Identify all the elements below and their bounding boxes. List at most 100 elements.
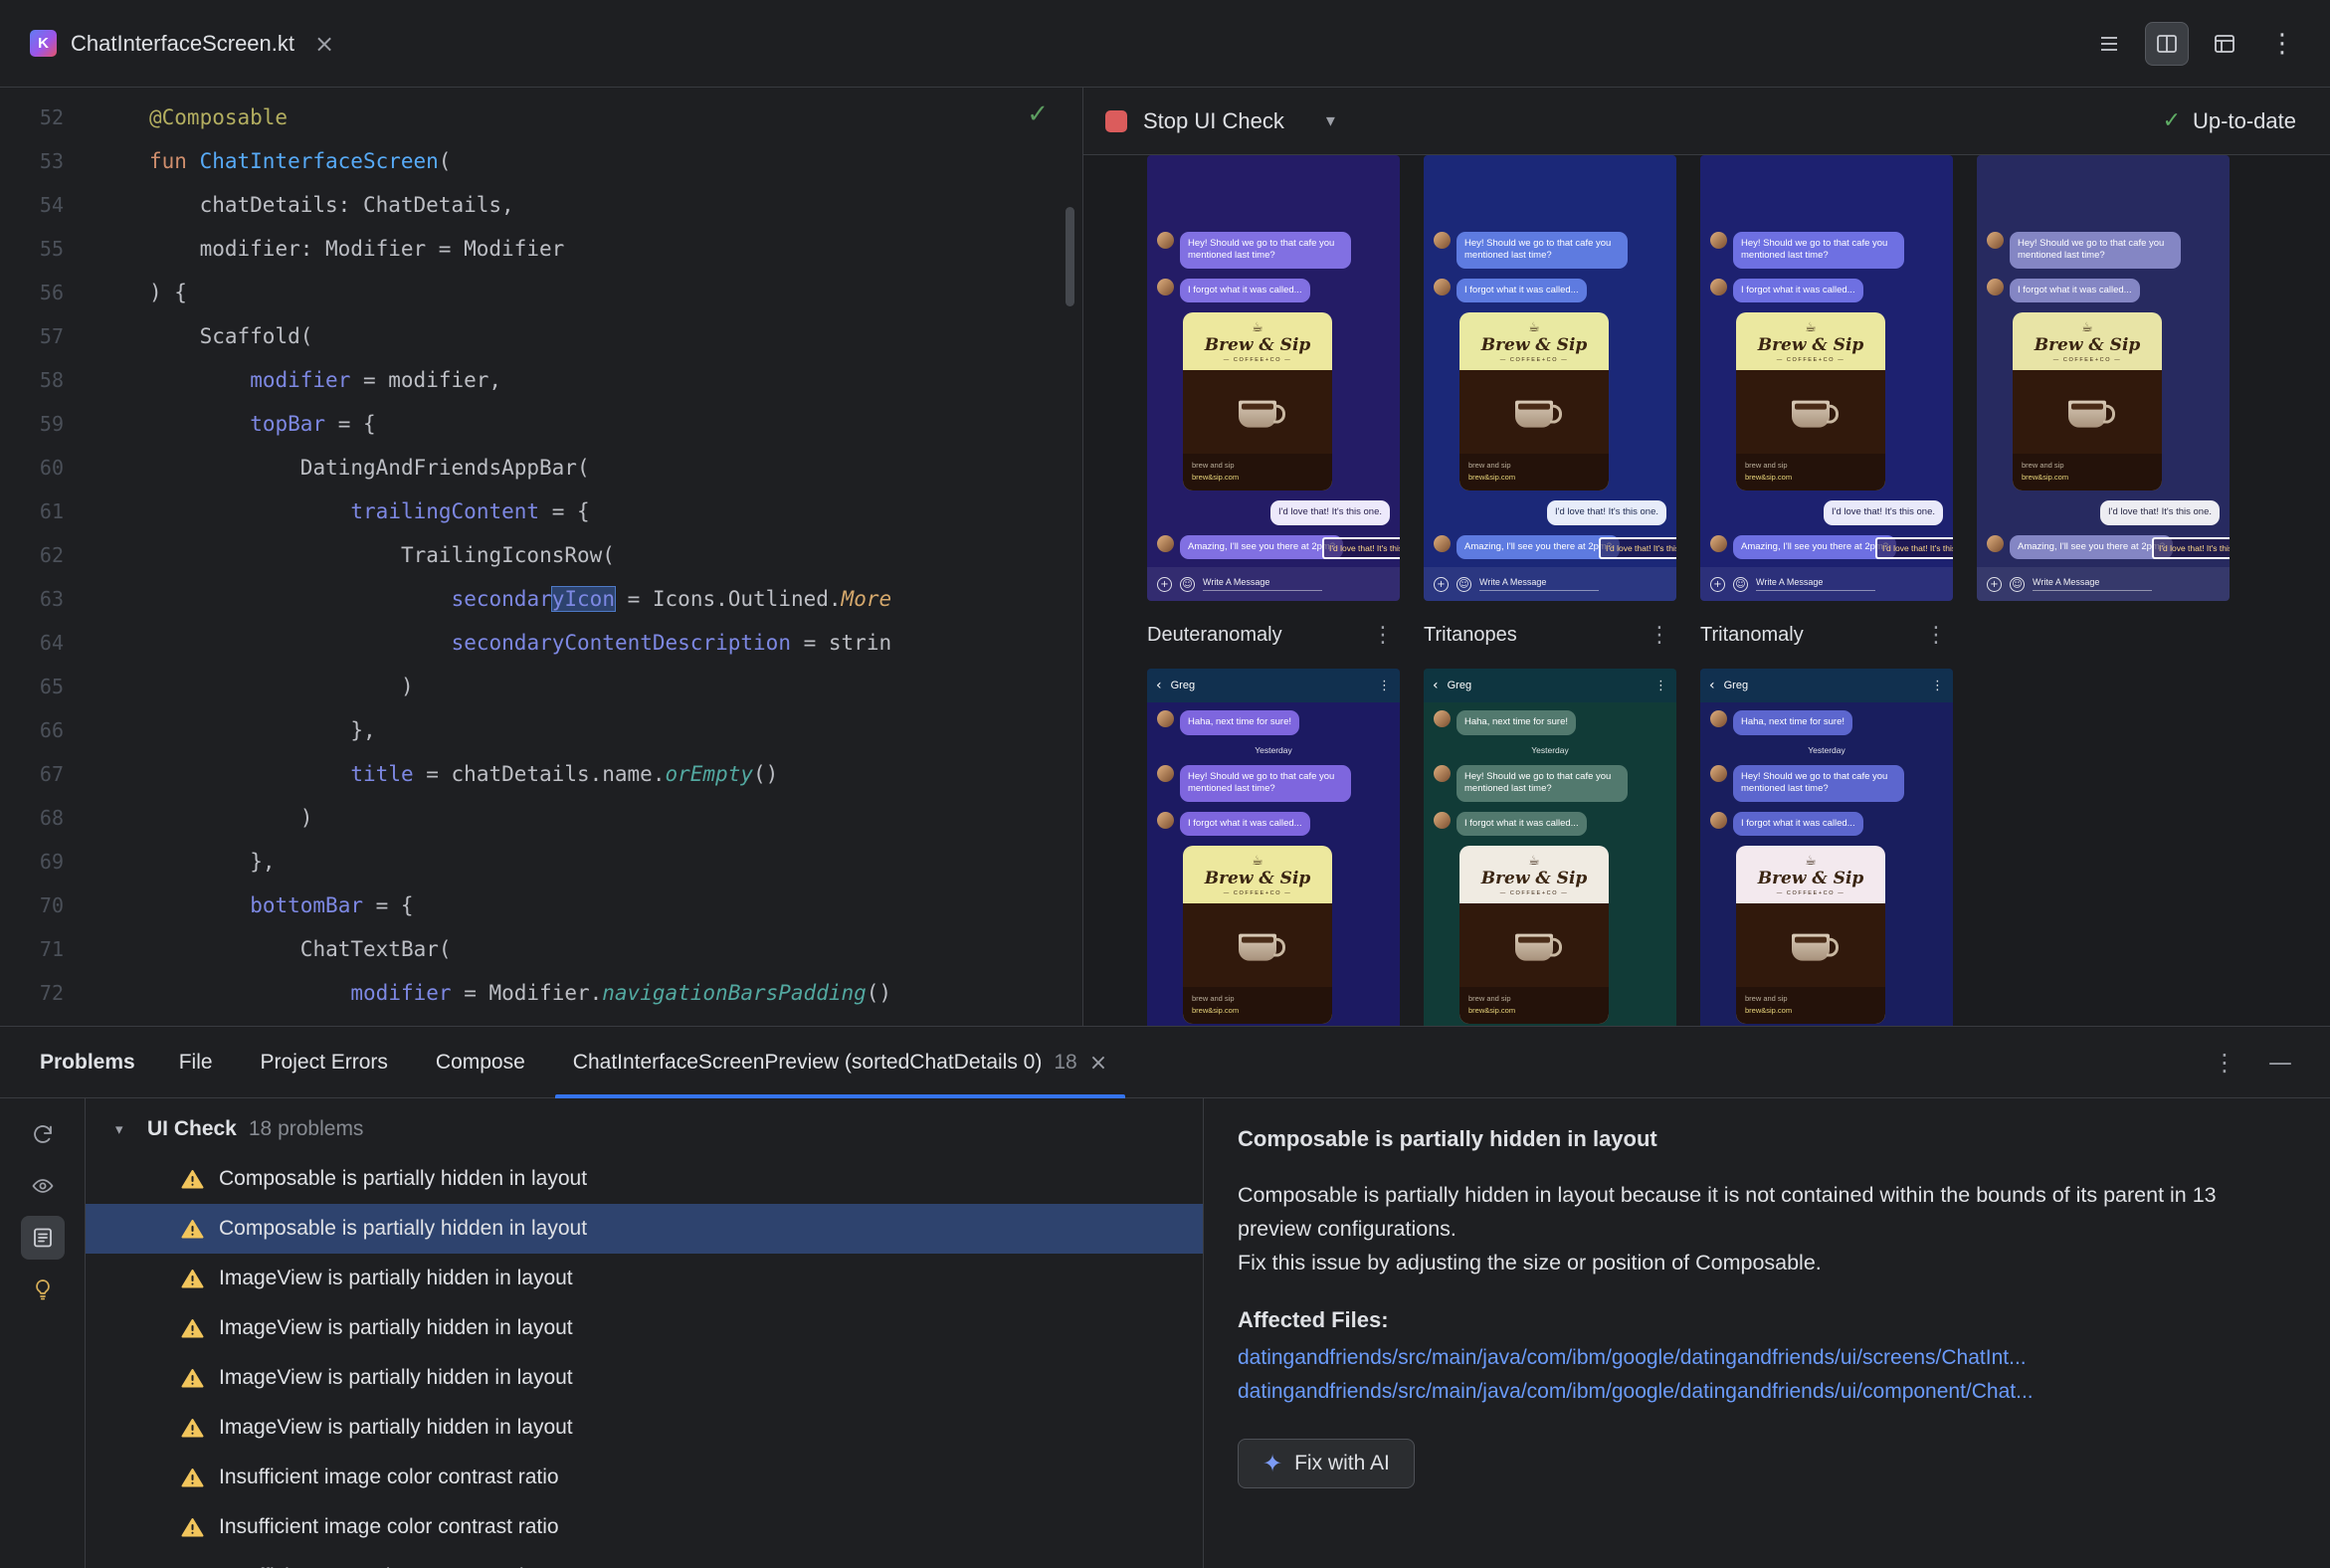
avatar xyxy=(1434,811,1451,829)
code-line[interactable]: 53 fun ChatInterfaceScreen( xyxy=(0,139,1082,183)
refresh-icon[interactable] xyxy=(21,1112,65,1156)
more-options-icon[interactable]: ⋮ xyxy=(2260,22,2304,66)
panel-more-options-icon[interactable]: ⋮ xyxy=(2197,1049,2252,1077)
code-token: = Modifier. xyxy=(451,981,603,1005)
problem-row[interactable]: ImageView is partially hidden in layout xyxy=(86,1403,1203,1453)
problem-row[interactable]: Insufficient text color contrast ratio xyxy=(86,1552,1203,1568)
coffee-mug xyxy=(1792,400,1839,428)
code-line[interactable]: 65) xyxy=(0,665,1082,708)
chevron-down-icon[interactable]: ▾ xyxy=(1326,110,1335,131)
code-line[interactable]: 67 title = chatDetails.name.orEmpty() xyxy=(0,752,1082,796)
ui-check-group-row[interactable]: ▾ UI Check 18 problems xyxy=(86,1104,1203,1154)
tab-chatinterfacescreenpreview[interactable]: ChatInterfaceScreenPreview (sortedChatDe… xyxy=(549,1027,1131,1098)
affected-file-link-2[interactable]: datingandfriends/src/main/java/com/ibm/g… xyxy=(1238,1375,2296,1409)
stop-icon[interactable] xyxy=(1105,109,1127,132)
code-line[interactable]: 56) { xyxy=(0,271,1082,314)
coffee-cup-icon: ☕ xyxy=(1252,854,1263,869)
preview-tritanopes[interactable]: ‹ Greg ⋮ Haha, next time for sure! Yesterday… xyxy=(1424,669,1676,1026)
line-number: 63 xyxy=(39,587,64,611)
problems-tool-window: Problems File Project Errors Compose ChatIn… xyxy=(0,1026,2330,1568)
close-tab-icon[interactable]: × xyxy=(1089,1051,1107,1076)
editor-tab-chatinterfacescreen[interactable]: K ChatInterfaceScreen.kt × xyxy=(0,0,366,87)
code-line[interactable]: 72 modifier = Modifier.navigationBarsPadd… xyxy=(0,971,1082,1015)
preview-variant-1[interactable]: Hey! Should we go to that cafe you menti… xyxy=(1147,155,1400,601)
chat-header: ‹ Greg ⋮ xyxy=(1700,669,1953,702)
code-line[interactable]: 68) xyxy=(0,796,1082,840)
tab-compose[interactable]: Compose xyxy=(412,1027,549,1098)
report-view-icon[interactable] xyxy=(20,1216,65,1260)
avatar xyxy=(1710,811,1727,829)
preview-more-options-icon[interactable]: ⋮ xyxy=(1919,623,1953,648)
preview-row-top: Hey! Should we go to that cafe you menti… xyxy=(1147,155,2330,601)
problem-row[interactable]: Insufficient image color contrast ratio xyxy=(86,1453,1203,1502)
tab-project[interactable]: Project Errors xyxy=(237,1027,412,1098)
cafe-promo-card: ☕ Brew & Sip — COFFEE+CO — brew and sip brew… xyxy=(1459,312,1609,490)
code-line[interactable]: 62 TrailingIconsRow( xyxy=(0,533,1082,577)
preview-variant-2[interactable]: Hey! Should we go to that cafe you menti… xyxy=(1424,155,1676,601)
preview-deuteranomaly[interactable]: ‹ Greg ⋮ Haha, next time for sure! Yesterday… xyxy=(1147,669,1400,1026)
cafe-logo: ☕ Brew & Sip — COFFEE+CO — xyxy=(1736,312,1885,370)
line-number: 68 xyxy=(39,806,64,830)
code-line[interactable]: 73 onAddClick = {} xyxy=(0,1015,1082,1026)
write-message-placeholder: Write A Message xyxy=(1756,577,1875,591)
code-line[interactable]: 60 DatingAndFriendsAppBar( xyxy=(0,446,1082,490)
problem-row[interactable]: Composable is partially hidden in layout xyxy=(86,1154,1203,1204)
editor-scrollbar[interactable] xyxy=(1066,207,1074,306)
problem-row[interactable]: ImageView is partially hidden in layout xyxy=(86,1254,1203,1303)
cafe-tagline: — COFFEE+CO — xyxy=(1223,357,1292,363)
emoji-icon: ☺ xyxy=(1456,576,1471,592)
cafe-footer-line2: brew&sip.com xyxy=(1468,1006,1516,1015)
preview-more-options-icon[interactable]: ⋮ xyxy=(1366,623,1400,648)
preview-tritanomaly[interactable]: ‹ Greg ⋮ Haha, next time for sure! Yesterday… xyxy=(1700,669,1953,1026)
code-view-icon[interactable] xyxy=(2087,22,2131,66)
code-line[interactable]: 61 trailingContent = { xyxy=(0,490,1082,533)
code-line[interactable]: 69}, xyxy=(0,840,1082,883)
problem-row[interactable]: ImageView is partially hidden in layout xyxy=(86,1303,1203,1353)
code-token: orEmpty xyxy=(665,762,753,786)
problem-row[interactable]: ImageView is partially hidden in layout xyxy=(86,1353,1203,1403)
lightbulb-icon[interactable] xyxy=(21,1268,65,1311)
chat-header: ‹ Greg ⋮ xyxy=(1147,669,1400,702)
code-line[interactable]: 55 modifier: Modifier = Modifier xyxy=(0,227,1082,271)
tool-window-title[interactable]: Problems xyxy=(22,1051,155,1075)
code-editor[interactable]: 52 @Composable 53 fun ChatInterfaceScreen(5… xyxy=(0,88,1082,1026)
design-view-icon[interactable] xyxy=(2203,22,2246,66)
problem-row[interactable]: Composable is partially hidden in layout xyxy=(86,1204,1203,1254)
preview-visibility-icon[interactable] xyxy=(21,1164,65,1208)
code-line[interactable]: 70 bottomBar = { xyxy=(0,883,1082,927)
avatar xyxy=(1434,764,1451,782)
preview-variant-3[interactable]: Hey! Should we go to that cafe you menti… xyxy=(1700,155,1953,601)
code-line[interactable]: 57 Scaffold( xyxy=(0,314,1082,358)
code-line[interactable]: 66}, xyxy=(0,708,1082,752)
code-line[interactable]: 52 @Composable xyxy=(0,96,1082,139)
code-line[interactable]: 54 chatDetails: ChatDetails, xyxy=(0,183,1082,227)
split-view-icon[interactable] xyxy=(2145,21,2189,66)
minimize-panel-icon[interactable]: — xyxy=(2252,1049,2308,1077)
preview-pane: Stop UI Check ▾ ✓ Up-to-date Hey! Should… xyxy=(1082,88,2330,1026)
message-input-bar: + ☺ Write A Message xyxy=(1977,567,2230,601)
close-tab-icon[interactable]: × xyxy=(308,28,340,60)
chat-contact-name: Greg xyxy=(1447,680,1472,691)
code-token: TrailingIconsRow( xyxy=(401,543,615,567)
fix-with-ai-button[interactable]: ✦ Fix with AI xyxy=(1238,1439,1415,1488)
code-text: secondaryContentDescription = strin xyxy=(149,631,892,655)
affected-file-link-1[interactable]: datingandfriends/src/main/java/com/ibm/g… xyxy=(1238,1341,2296,1375)
tab-file[interactable]: File xyxy=(155,1027,237,1098)
collapse-chevron-icon[interactable]: ▾ xyxy=(115,1120,135,1138)
preview-variant-4[interactable]: Hey! Should we go to that cafe you menti… xyxy=(1977,155,2230,601)
code-text: trailingContent = { xyxy=(149,499,589,523)
cafe-footer-line2: brew&sip.com xyxy=(1192,473,1240,482)
inspection-ok-icon[interactable]: ✓ xyxy=(1027,99,1049,129)
main-area: 52 @Composable 53 fun ChatInterfaceScreen(5… xyxy=(0,88,2330,1026)
code-line[interactable]: 64 secondaryContentDescription = strin xyxy=(0,621,1082,665)
stop-ui-check-button[interactable]: Stop UI Check xyxy=(1143,108,1284,134)
cafe-tagline: — COFFEE+CO — xyxy=(1499,890,1569,896)
code-line[interactable]: 63 secondaryIcon = Icons.Outlined.More xyxy=(0,577,1082,621)
preview-more-options-icon[interactable]: ⋮ xyxy=(1643,623,1676,648)
code-line[interactable]: 59 topBar = { xyxy=(0,402,1082,446)
problem-row[interactable]: Insufficient image color contrast ratio xyxy=(86,1502,1203,1552)
titlebar-spacer xyxy=(366,0,2087,87)
code-line[interactable]: 71 ChatTextBar( xyxy=(0,927,1082,971)
code-line[interactable]: 58 modifier = modifier, xyxy=(0,358,1082,402)
cafe-brand-name: Brew & Sip xyxy=(1480,335,1588,355)
